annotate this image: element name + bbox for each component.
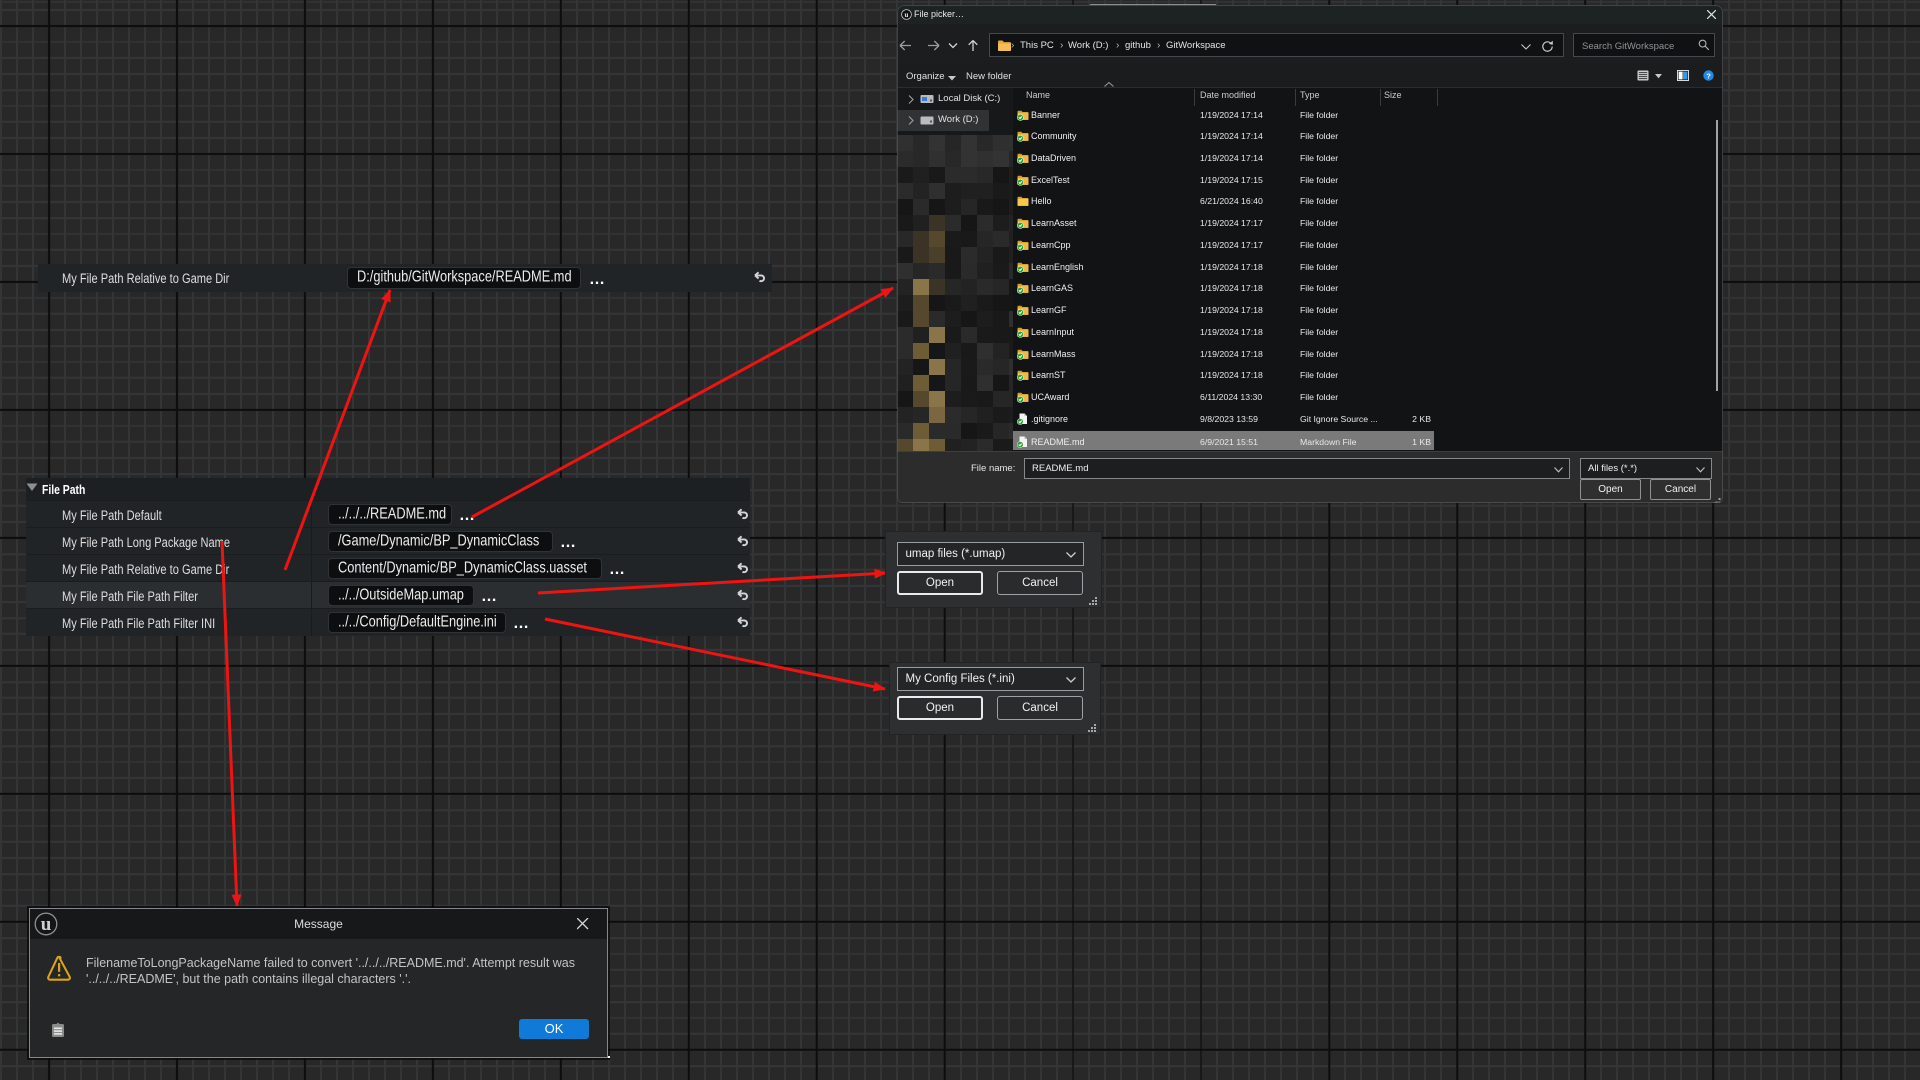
svg-text:u: u <box>905 11 909 19</box>
svg-text:?: ? <box>1706 71 1711 80</box>
